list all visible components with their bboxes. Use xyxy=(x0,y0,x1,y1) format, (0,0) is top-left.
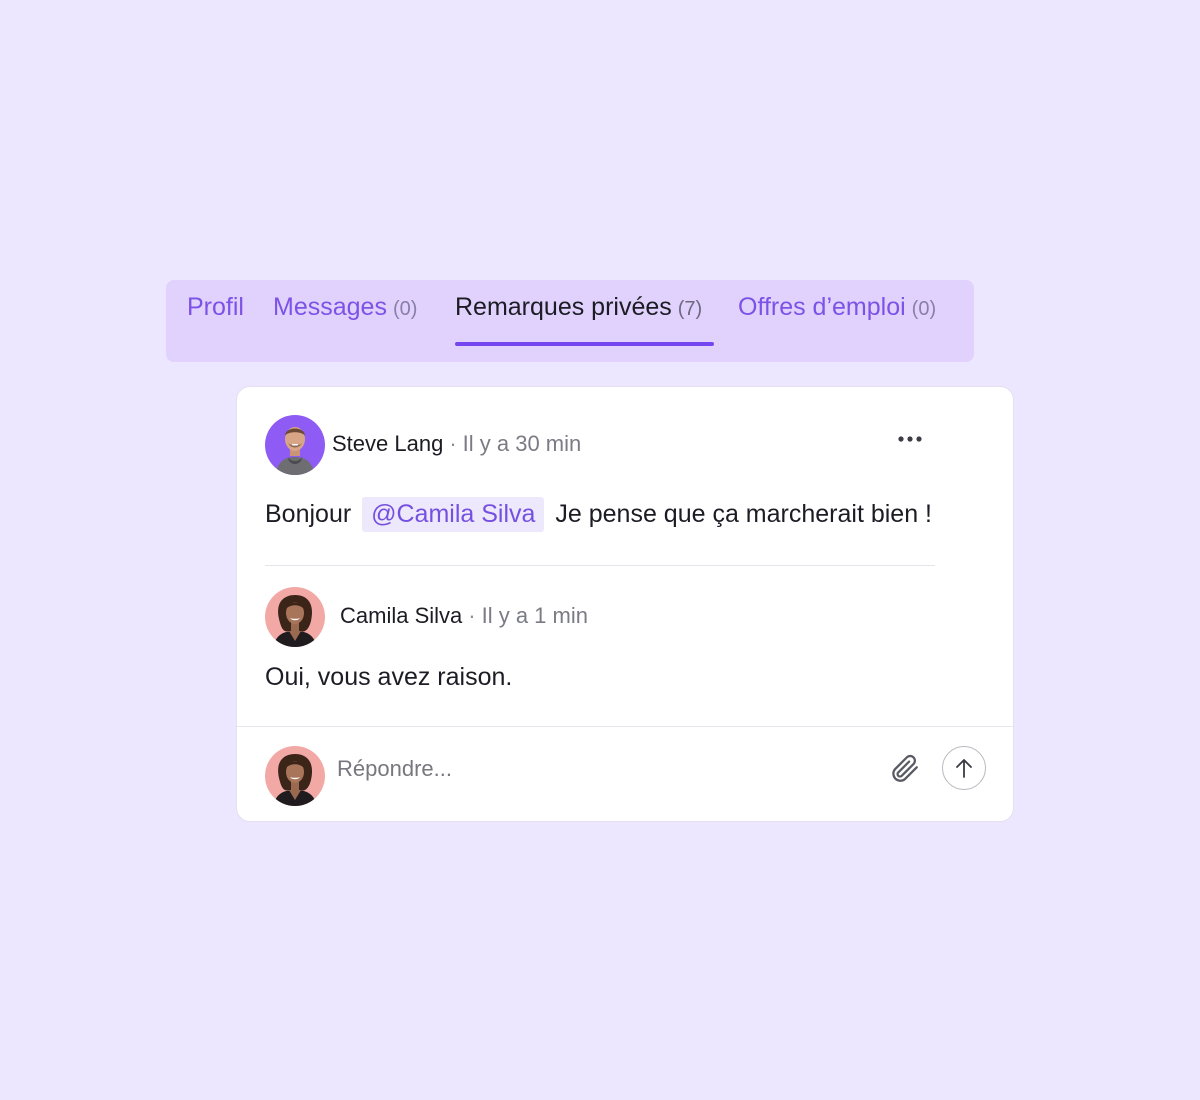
separator-dot: · xyxy=(449,431,457,456)
reply-timestamp: Il y a 1 min xyxy=(481,603,588,628)
tab-label: Messages xyxy=(273,293,387,321)
more-options-button[interactable] xyxy=(895,427,927,451)
tab-label: Offres d’emploi xyxy=(738,293,906,321)
tab-bar: Profil Messages (0) Remarques privées (7) … xyxy=(166,280,974,362)
reply-header: Camila Silva · Il y a 1 min xyxy=(340,603,588,629)
arrow-up-icon xyxy=(956,759,972,778)
comment-author-name[interactable]: Steve Lang xyxy=(332,431,443,456)
comment-divider xyxy=(265,565,935,566)
tab-label: Remarques privées xyxy=(455,293,672,321)
comment-text-after: Je pense que ça marcherait bien ! xyxy=(555,500,933,528)
comment-text-before: Bonjour xyxy=(265,500,352,528)
steve-lang-avatar xyxy=(265,415,325,475)
tab-messages[interactable]: Messages (0) xyxy=(273,292,417,354)
attach-button[interactable] xyxy=(887,751,921,785)
active-tab-indicator xyxy=(455,342,714,346)
tab-count: (7) xyxy=(677,298,703,320)
tab-count: (0) xyxy=(911,298,937,320)
comment-header: Steve Lang · Il y a 30 min xyxy=(332,431,581,457)
composer-divider xyxy=(237,726,1013,727)
send-button[interactable] xyxy=(942,746,986,790)
reply-author-name[interactable]: Camila Silva xyxy=(340,603,462,628)
mention-tag[interactable]: @Camila Silva xyxy=(362,497,545,532)
comment-card: Steve Lang · Il y a 30 min Bonjour @Camila… xyxy=(236,386,1014,822)
camila-silva-avatar xyxy=(265,587,325,647)
paperclip-icon xyxy=(892,754,918,782)
current-user-avatar xyxy=(265,746,325,806)
more-horizontal-icon xyxy=(898,436,922,442)
tab-count: (0) xyxy=(392,298,418,320)
reply-input[interactable] xyxy=(337,749,857,789)
tab-remarques-privees[interactable]: Remarques privées (7) xyxy=(455,292,714,354)
comment-timestamp: Il y a 30 min xyxy=(462,431,582,456)
reply-body: Oui, vous avez raison. xyxy=(265,663,513,691)
tab-profil[interactable]: Profil xyxy=(187,292,244,354)
comment-body: Bonjour @Camila Silva Je pense que ça ma… xyxy=(265,497,932,532)
tab-label: Profil xyxy=(187,293,244,321)
tab-offres-emploi[interactable]: Offres d’emploi (0) xyxy=(738,292,936,354)
separator-dot: · xyxy=(468,603,476,628)
